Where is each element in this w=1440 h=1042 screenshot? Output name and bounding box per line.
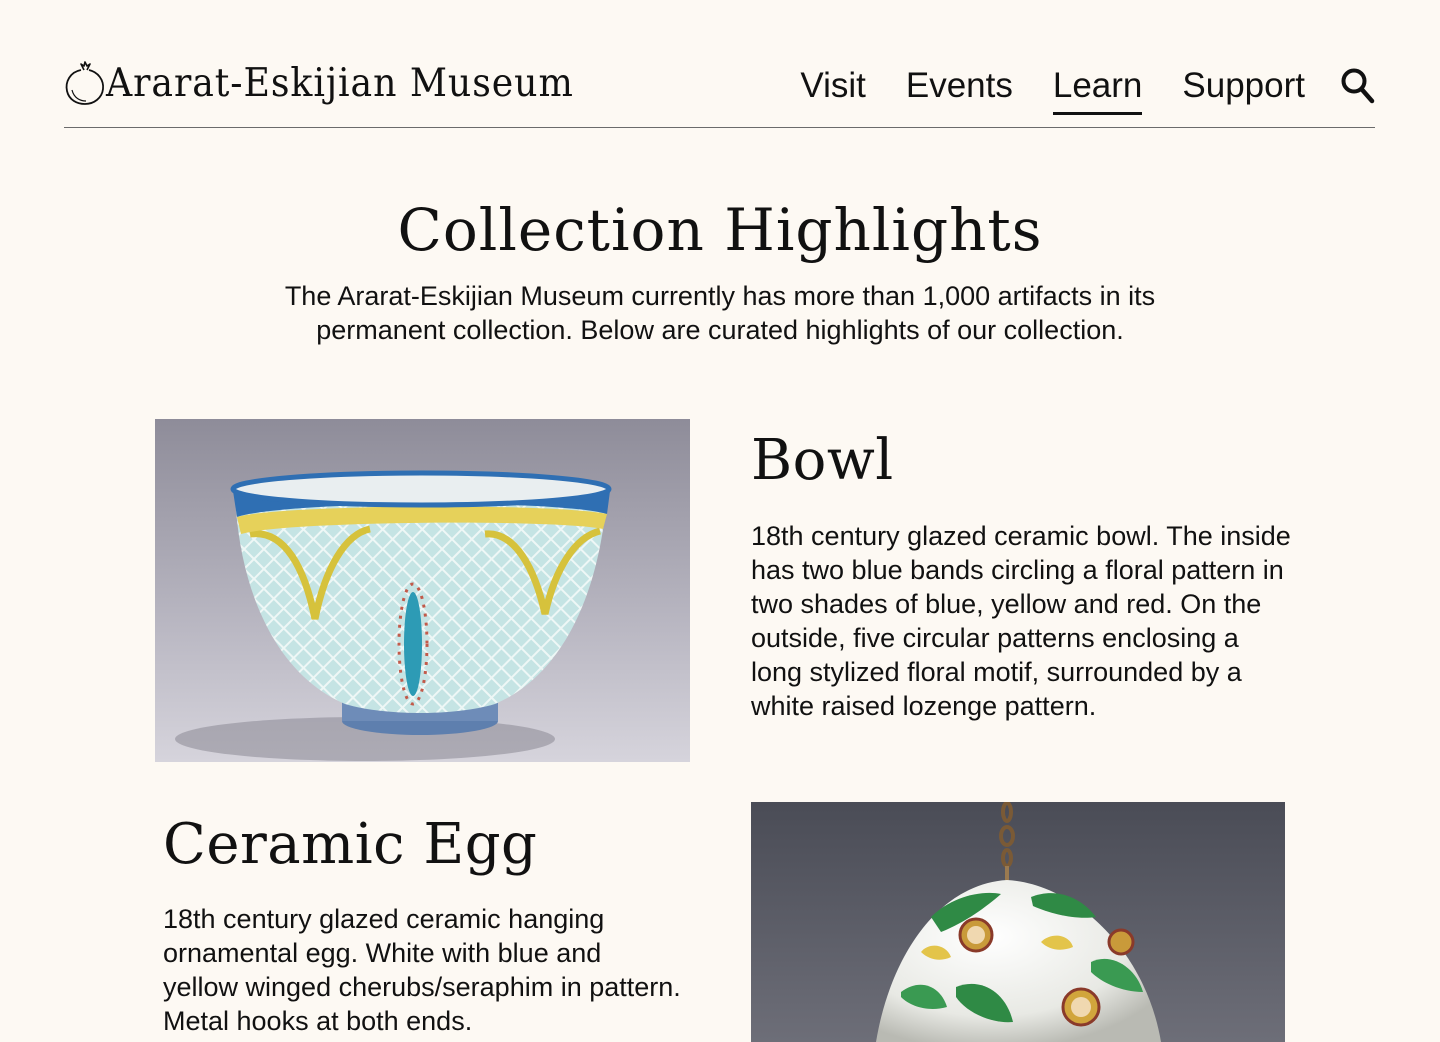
page-title: Collection Highlights (397, 196, 1043, 264)
pomegranate-icon (65, 61, 104, 105)
bowl-description: 18th century glazed ceramic bowl. The in… (751, 521, 1291, 721)
ceramic-egg-image[interactable] (751, 802, 1285, 1042)
search-icon[interactable] (1341, 67, 1375, 105)
site-header: Ararat-Eskijian Museum Visit Events Lear… (64, 0, 1375, 128)
main-nav: Visit Events Learn Support (760, 62, 1375, 115)
ceramic-egg-title: Ceramic Egg (163, 812, 538, 877)
ceramic-egg-description: 18th century glazed ceramic hanging orna… (163, 904, 681, 1036)
bowl-image[interactable] (155, 419, 690, 762)
nav-support[interactable]: Support (1182, 66, 1305, 106)
intro-text: The Ararat-Eskijian Museum currently has… (284, 281, 1156, 345)
nav-visit[interactable]: Visit (800, 66, 866, 106)
bowl-title: Bowl (751, 428, 894, 493)
museum-logo-link[interactable]: Ararat-Eskijian Museum (64, 58, 609, 108)
museum-name: Ararat-Eskijian Museum (106, 60, 574, 106)
nav-learn[interactable]: Learn (1052, 66, 1142, 115)
nav-events[interactable]: Events (906, 66, 1013, 106)
